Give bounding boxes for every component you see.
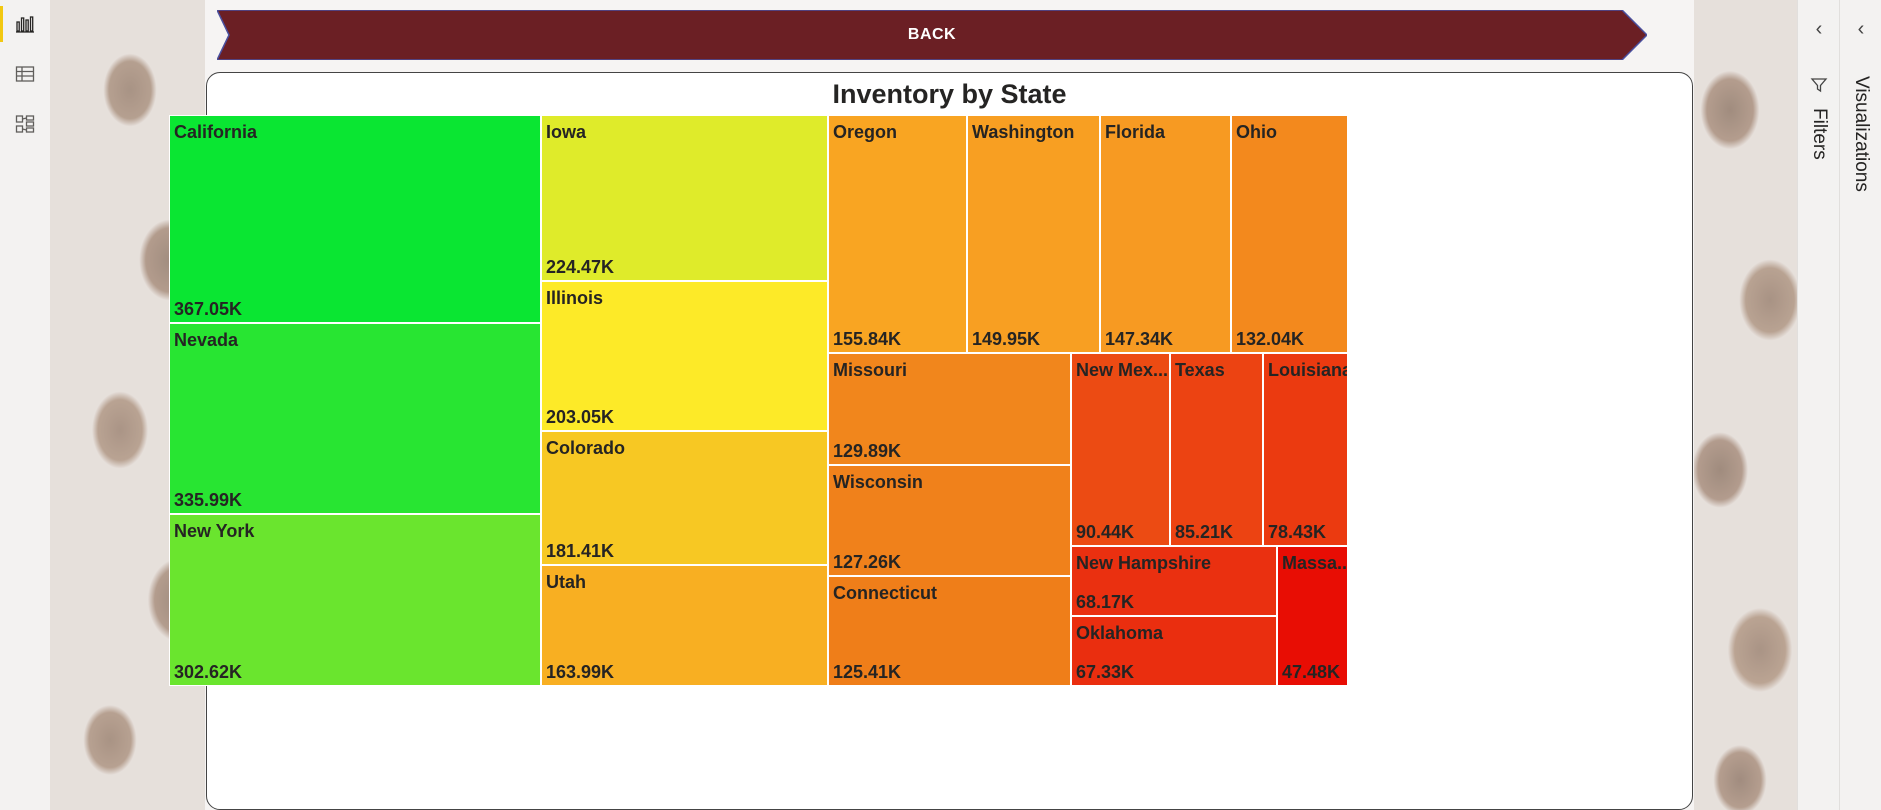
treemap-tile[interactable]: New York 302.62K <box>169 514 541 686</box>
treemap-tile-value: 149.95K <box>972 329 1041 349</box>
filters-pane-label: Filters <box>1809 108 1830 160</box>
treemap-tile-label: Oregon <box>833 122 898 142</box>
treemap-tile[interactable]: Ohio 132.04K <box>1231 115 1348 353</box>
treemap-tile-value: 155.84K <box>833 329 902 349</box>
visual-title: Inventory by State <box>832 79 1067 109</box>
treemap-tile-value: 132.04K <box>1236 329 1305 349</box>
model-view-icon <box>15 115 35 133</box>
treemap-tile-label: Utah <box>546 572 586 592</box>
inventory-treemap[interactable]: California 367.05K Nevada 335.99K New York 30… <box>169 115 1582 798</box>
treemap-tile-label: Nevada <box>174 330 239 350</box>
treemap-tile-label: Florida <box>1105 122 1166 142</box>
treemap-tile-label: Massa... <box>1282 553 1348 573</box>
treemap-tile-value: 147.34K <box>1105 329 1174 349</box>
treemap-tile-value: 335.99K <box>174 490 243 510</box>
treemap-tile[interactable]: Oregon 155.84K <box>828 115 967 353</box>
treemap-tile[interactable]: Utah 163.99K <box>541 565 828 686</box>
treemap-tile-value: 125.41K <box>833 662 902 682</box>
treemap-tile[interactable]: Missouri 129.89K <box>828 353 1071 465</box>
treemap-tile-label: Iowa <box>546 122 587 142</box>
treemap-tile-label: California <box>174 122 258 142</box>
collapse-visualizations-chevron-icon[interactable]: ‹ <box>1840 18 1881 41</box>
treemap-tile-label: Wisconsin <box>833 472 923 492</box>
treemap-tile-label: Missouri <box>833 360 908 380</box>
view-switcher-rail <box>0 0 51 810</box>
treemap-tile-label: Washington <box>972 122 1075 142</box>
table-view-icon <box>15 66 35 82</box>
treemap-tile[interactable]: Colorado 181.41K <box>541 431 828 565</box>
treemap-tile-label: New Mex... <box>1076 360 1169 380</box>
treemap-tile-value: 129.89K <box>833 441 902 461</box>
treemap-tile-value: 224.47K <box>546 257 615 277</box>
filters-pane[interactable]: ‹ Filters <box>1797 0 1840 810</box>
treemap-tile[interactable]: Washington 149.95K <box>967 115 1100 353</box>
treemap-tile-value: 302.62K <box>174 662 243 682</box>
collapse-filters-chevron-icon[interactable]: ‹ <box>1798 18 1840 41</box>
back-button-label: BACK <box>907 26 957 43</box>
treemap-tile-label: Colorado <box>546 438 625 458</box>
report-view-icon <box>16 16 34 33</box>
treemap-tile[interactable]: Louisiana 78.43K <box>1263 353 1348 546</box>
treemap-tile-label: Oklahoma <box>1076 623 1164 643</box>
table-view-button[interactable] <box>0 50 50 98</box>
treemap-tile[interactable]: Illinois 203.05K <box>541 281 828 431</box>
treemap-tile-value: 68.17K <box>1076 592 1135 612</box>
treemap-tile[interactable]: New Hampshire 68.17K <box>1071 546 1277 616</box>
treemap-tile[interactable]: Florida 147.34K <box>1100 115 1231 353</box>
treemap-tile-value: 67.33K <box>1076 662 1135 682</box>
treemap-tile-label: Illinois <box>546 288 604 308</box>
back-button[interactable]: BACK <box>217 10 1647 60</box>
treemap-tile-label: New York <box>174 521 255 541</box>
treemap-tile[interactable]: Connecticut 125.41K <box>828 576 1071 686</box>
treemap-tile-label: New Hampshire <box>1076 553 1212 573</box>
treemap-tile[interactable]: California 367.05K <box>169 115 541 323</box>
treemap-tile-label: Texas <box>1175 360 1225 380</box>
treemap-tile[interactable]: Wisconsin 127.26K <box>828 465 1071 576</box>
model-view-button[interactable] <box>0 100 50 148</box>
treemap-tile[interactable]: Iowa 224.47K <box>541 115 828 281</box>
filter-icon <box>1810 78 1828 93</box>
treemap-tile-value: 78.43K <box>1268 522 1327 542</box>
treemap-tile[interactable]: Nevada 335.99K <box>169 323 541 514</box>
treemap-tile-value: 90.44K <box>1076 522 1135 542</box>
treemap-tile[interactable]: Texas 85.21K <box>1170 353 1263 546</box>
treemap-tile-value: 127.26K <box>833 552 902 572</box>
treemap-tile-label: Ohio <box>1236 122 1277 142</box>
treemap-tile-value: 203.05K <box>546 407 615 427</box>
treemap-tile-value: 85.21K <box>1175 522 1234 542</box>
treemap-tile[interactable]: Massa... 47.48K <box>1277 546 1348 686</box>
treemap-tile-label: Louisiana <box>1268 360 1348 380</box>
treemap-tile-label: Connecticut <box>833 583 938 603</box>
treemap-tile-value: 163.99K <box>546 662 615 682</box>
treemap-tile[interactable]: New Mex... 90.44K <box>1071 353 1170 546</box>
treemap-tile-value: 181.41K <box>546 541 615 561</box>
visualizations-pane-label: Visualizations <box>1851 76 1872 192</box>
treemap-tile-value: 367.05K <box>174 299 243 319</box>
report-view-button[interactable] <box>0 0 50 48</box>
treemap-tile-value: 47.48K <box>1282 662 1341 682</box>
visualizations-pane[interactable]: ‹ Visualizations <box>1839 0 1881 810</box>
treemap-tile[interactable]: Oklahoma 67.33K <box>1071 616 1277 686</box>
